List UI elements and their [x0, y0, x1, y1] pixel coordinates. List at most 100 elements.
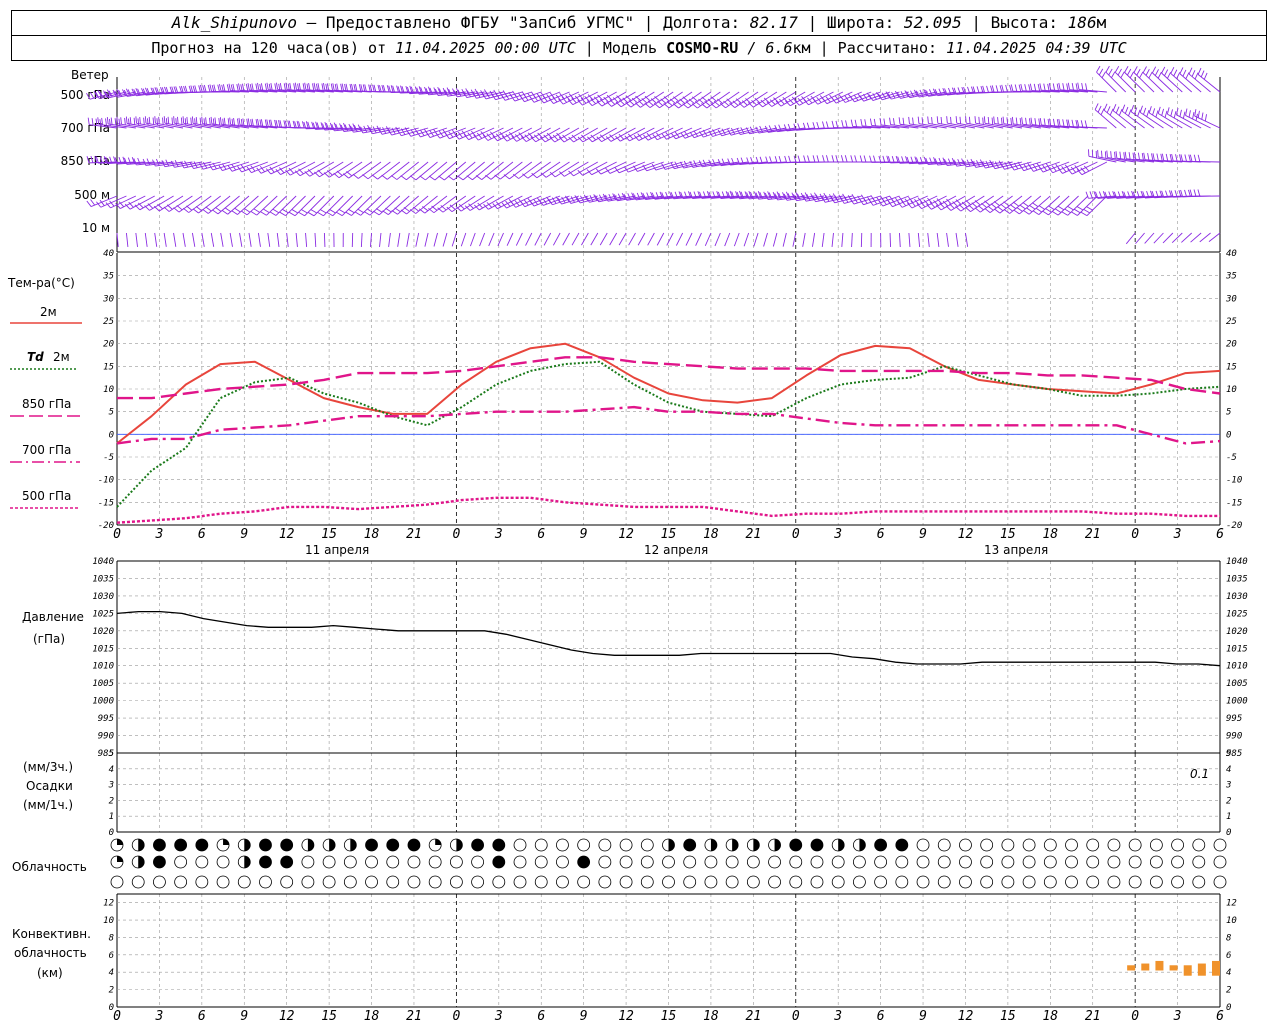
wind-barb	[1124, 72, 1145, 93]
cloud-symbol	[1128, 838, 1142, 852]
wind-barb-feather	[1054, 208, 1062, 213]
cloud-symbol	[640, 875, 654, 889]
wind-barb-feather	[241, 83, 245, 91]
wind-barb-feather	[710, 103, 717, 109]
wind-barb-feather	[816, 121, 820, 129]
wind-barb-feather	[1104, 151, 1107, 159]
cloud-symbol	[1149, 838, 1163, 852]
x-tick-label: 6	[537, 527, 545, 542]
wind-barb-feather	[1015, 117, 1018, 125]
cloud-fill-half	[307, 839, 314, 851]
wind-barb-feather	[302, 83, 305, 91]
y-tick-right: 4	[1226, 765, 1231, 775]
wind-barb-feather	[1010, 117, 1012, 125]
cloud-symbol	[895, 875, 909, 889]
wind-barb	[965, 232, 969, 247]
legend-500: 500 гПа	[22, 489, 71, 503]
wind-barb-feather	[313, 82, 316, 90]
wind-barb-feather	[950, 116, 952, 124]
wind-barb-feather	[869, 155, 872, 163]
wind-barb-feather	[326, 170, 333, 176]
wind-barb-feather	[1141, 153, 1144, 161]
wind-barb-feather	[279, 211, 286, 217]
wind-barb	[506, 232, 514, 246]
y-tick-left: 4	[109, 765, 114, 775]
cloud-symbol	[810, 855, 824, 869]
wind-barb	[1142, 72, 1164, 93]
conv-bar	[1127, 965, 1136, 971]
y-tick-right: 30	[1225, 294, 1237, 304]
wind-barb	[386, 161, 410, 180]
x-tick-label: 18	[703, 1009, 719, 1024]
wind-barb-feather	[143, 117, 145, 125]
y-tick-left: 990	[98, 732, 114, 742]
wind-barb-feather	[222, 84, 226, 92]
wind-barb	[525, 232, 533, 246]
wind-barb	[332, 195, 354, 217]
wind-barb-feather	[1179, 67, 1184, 74]
wind-barb	[899, 232, 901, 248]
y-tick-right: 1005	[1226, 679, 1248, 689]
wind-barb-feather	[144, 205, 150, 211]
cloud-symbol	[980, 855, 994, 869]
wind-barb-feather	[317, 211, 324, 217]
wind-barb-feather	[144, 116, 147, 124]
x-tick-label: 6	[537, 1009, 545, 1024]
wind-barb-feather	[854, 119, 858, 127]
wind-barb-feather	[354, 211, 361, 216]
cloud-symbol	[492, 875, 506, 889]
wind-barb-feather	[190, 117, 192, 125]
wind-barb-feather	[1185, 108, 1188, 116]
wind-barb-feather	[984, 200, 991, 206]
cloud-symbol	[980, 875, 994, 889]
y-tick-right: 1040	[1226, 557, 1248, 567]
wind-barb-feather	[1012, 201, 1020, 207]
wind-barb-feather	[203, 84, 207, 92]
wind-barb-feather	[978, 116, 980, 124]
wind-barb-feather	[1111, 71, 1116, 78]
legend-850: 850 гПа	[22, 397, 71, 411]
wind-barb-feather	[1067, 119, 1070, 127]
wind-barb-feather	[983, 116, 986, 124]
wind-barb-feather	[317, 83, 320, 91]
wind-barb-feather	[257, 82, 260, 90]
wind-barb	[377, 161, 401, 180]
wind-barb-feather	[1161, 108, 1165, 116]
wind-barb-feather	[1039, 83, 1042, 91]
wind-barb	[257, 232, 261, 247]
cloud-symbol	[662, 875, 675, 889]
cloud-fill-half	[668, 839, 675, 851]
cloud-symbol	[365, 875, 378, 889]
wind-barb	[515, 232, 523, 246]
cloud-fill-half	[329, 839, 336, 851]
wind-barb-feather	[209, 117, 211, 125]
cloud-symbol	[386, 855, 400, 869]
wind-barb-feather	[333, 172, 340, 179]
wind-barb-feather	[250, 210, 258, 216]
wind-barb-feather	[1108, 68, 1113, 76]
wind-barb-feather	[1032, 210, 1040, 215]
x-tick-label: 0	[113, 527, 121, 542]
wind-barb-feather	[685, 100, 692, 107]
x-tick-label: 15	[661, 1009, 677, 1024]
cloud-symbol	[407, 875, 421, 889]
wind-barb-feather	[1173, 69, 1178, 77]
wind-barb-feather	[834, 95, 841, 102]
cloud-symbol	[768, 855, 781, 869]
wind-barb	[256, 195, 278, 216]
y-tick-right: 35	[1225, 272, 1237, 282]
wind-barb-feather	[1169, 154, 1173, 162]
wind-barb	[305, 232, 308, 247]
wind-barb-feather	[279, 120, 282, 128]
wind-barb	[406, 161, 429, 181]
wind-barb-feather	[663, 103, 670, 109]
wind-barb	[1152, 72, 1174, 93]
y-tick-left: 0	[109, 828, 114, 838]
wind-barb-feather	[803, 155, 806, 163]
wind-barb-feather	[457, 175, 464, 181]
wind-barb-feather	[1020, 83, 1023, 91]
wind-barb-feather	[1106, 106, 1111, 113]
wind-barb-feather	[501, 202, 507, 209]
wind-barb-feather	[329, 209, 336, 214]
wind-barb	[294, 195, 316, 217]
